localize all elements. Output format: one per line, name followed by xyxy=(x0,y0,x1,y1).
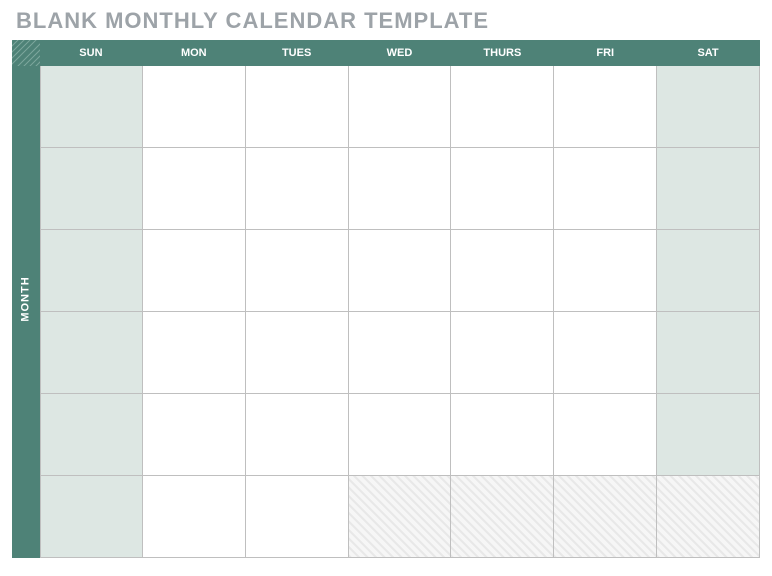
day-cell[interactable] xyxy=(657,230,760,312)
day-cell[interactable] xyxy=(657,394,760,476)
day-cell[interactable] xyxy=(554,312,657,394)
day-cell[interactable] xyxy=(143,312,246,394)
day-cell[interactable] xyxy=(143,230,246,312)
day-cell[interactable] xyxy=(349,230,452,312)
day-cell[interactable] xyxy=(246,148,349,230)
day-cell[interactable] xyxy=(657,66,760,148)
day-cell[interactable] xyxy=(40,312,143,394)
day-cell[interactable] xyxy=(451,148,554,230)
day-cell[interactable] xyxy=(40,394,143,476)
day-cell[interactable] xyxy=(246,66,349,148)
notes-cell[interactable] xyxy=(451,476,554,558)
template-title: BLANK MONTHLY CALENDAR TEMPLATE xyxy=(16,8,760,34)
day-header-fri: FRI xyxy=(554,40,657,66)
notes-cell[interactable] xyxy=(657,476,760,558)
day-cell[interactable] xyxy=(554,148,657,230)
day-cell[interactable] xyxy=(451,230,554,312)
day-cell[interactable] xyxy=(349,312,452,394)
day-cell[interactable] xyxy=(657,312,760,394)
day-cell[interactable] xyxy=(554,66,657,148)
day-cell[interactable] xyxy=(246,394,349,476)
month-sidebar: MONTH xyxy=(12,40,40,558)
day-cell[interactable] xyxy=(40,66,143,148)
day-header-wed: WED xyxy=(349,40,452,66)
day-cell[interactable] xyxy=(246,476,349,558)
day-cell[interactable] xyxy=(143,476,246,558)
day-cell[interactable] xyxy=(349,148,452,230)
day-cell[interactable] xyxy=(554,230,657,312)
calendar-grid: SUN MON TUES WED THURS FRI SAT xyxy=(40,40,760,558)
day-header-tue: TUES xyxy=(246,40,349,66)
calendar-container: MONTH SUN MON TUES WED THURS FRI SAT xyxy=(12,40,760,558)
day-cell[interactable] xyxy=(349,66,452,148)
day-cell[interactable] xyxy=(143,394,246,476)
corner-hatch xyxy=(12,40,40,66)
day-cell[interactable] xyxy=(143,148,246,230)
day-header-mon: MON xyxy=(143,40,246,66)
day-cell[interactable] xyxy=(143,66,246,148)
day-header-sun: SUN xyxy=(40,40,143,66)
day-cell[interactable] xyxy=(657,148,760,230)
day-header-sat: SAT xyxy=(657,40,760,66)
notes-cell[interactable] xyxy=(554,476,657,558)
notes-cell[interactable] xyxy=(349,476,452,558)
day-cell[interactable] xyxy=(349,394,452,476)
day-cell[interactable] xyxy=(40,230,143,312)
month-label: MONTH xyxy=(20,276,32,321)
day-cell[interactable] xyxy=(40,476,143,558)
day-cell[interactable] xyxy=(554,394,657,476)
day-cell[interactable] xyxy=(451,394,554,476)
day-cell[interactable] xyxy=(451,312,554,394)
day-cell[interactable] xyxy=(451,66,554,148)
day-cell[interactable] xyxy=(40,148,143,230)
day-header-thu: THURS xyxy=(451,40,554,66)
day-cell[interactable] xyxy=(246,230,349,312)
day-cell[interactable] xyxy=(246,312,349,394)
